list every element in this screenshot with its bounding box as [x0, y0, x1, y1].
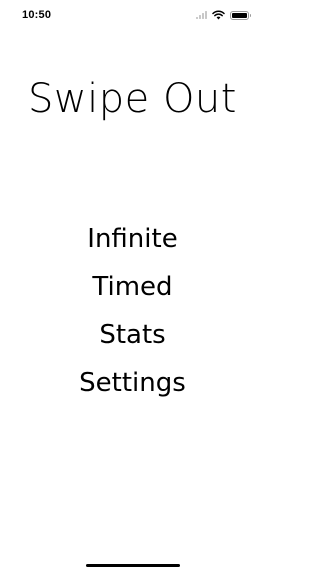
- cellular-signal-icon: [195, 11, 207, 19]
- wifi-icon: [211, 10, 225, 20]
- battery-icon: [229, 10, 251, 20]
- main-menu: Infinite Timed Stats Settings: [0, 215, 265, 407]
- status-time: 10:50: [22, 9, 52, 21]
- menu-item-settings[interactable]: Settings: [0, 359, 265, 407]
- menu-item-stats[interactable]: Stats: [0, 311, 265, 359]
- app-title: Swipe Out: [28, 76, 237, 122]
- menu-item-infinite[interactable]: Infinite: [0, 215, 265, 263]
- home-indicator[interactable]: [86, 564, 180, 567]
- status-icons: [195, 9, 251, 21]
- status-bar: 10:50: [0, 0, 265, 30]
- menu-item-timed[interactable]: Timed: [0, 263, 265, 311]
